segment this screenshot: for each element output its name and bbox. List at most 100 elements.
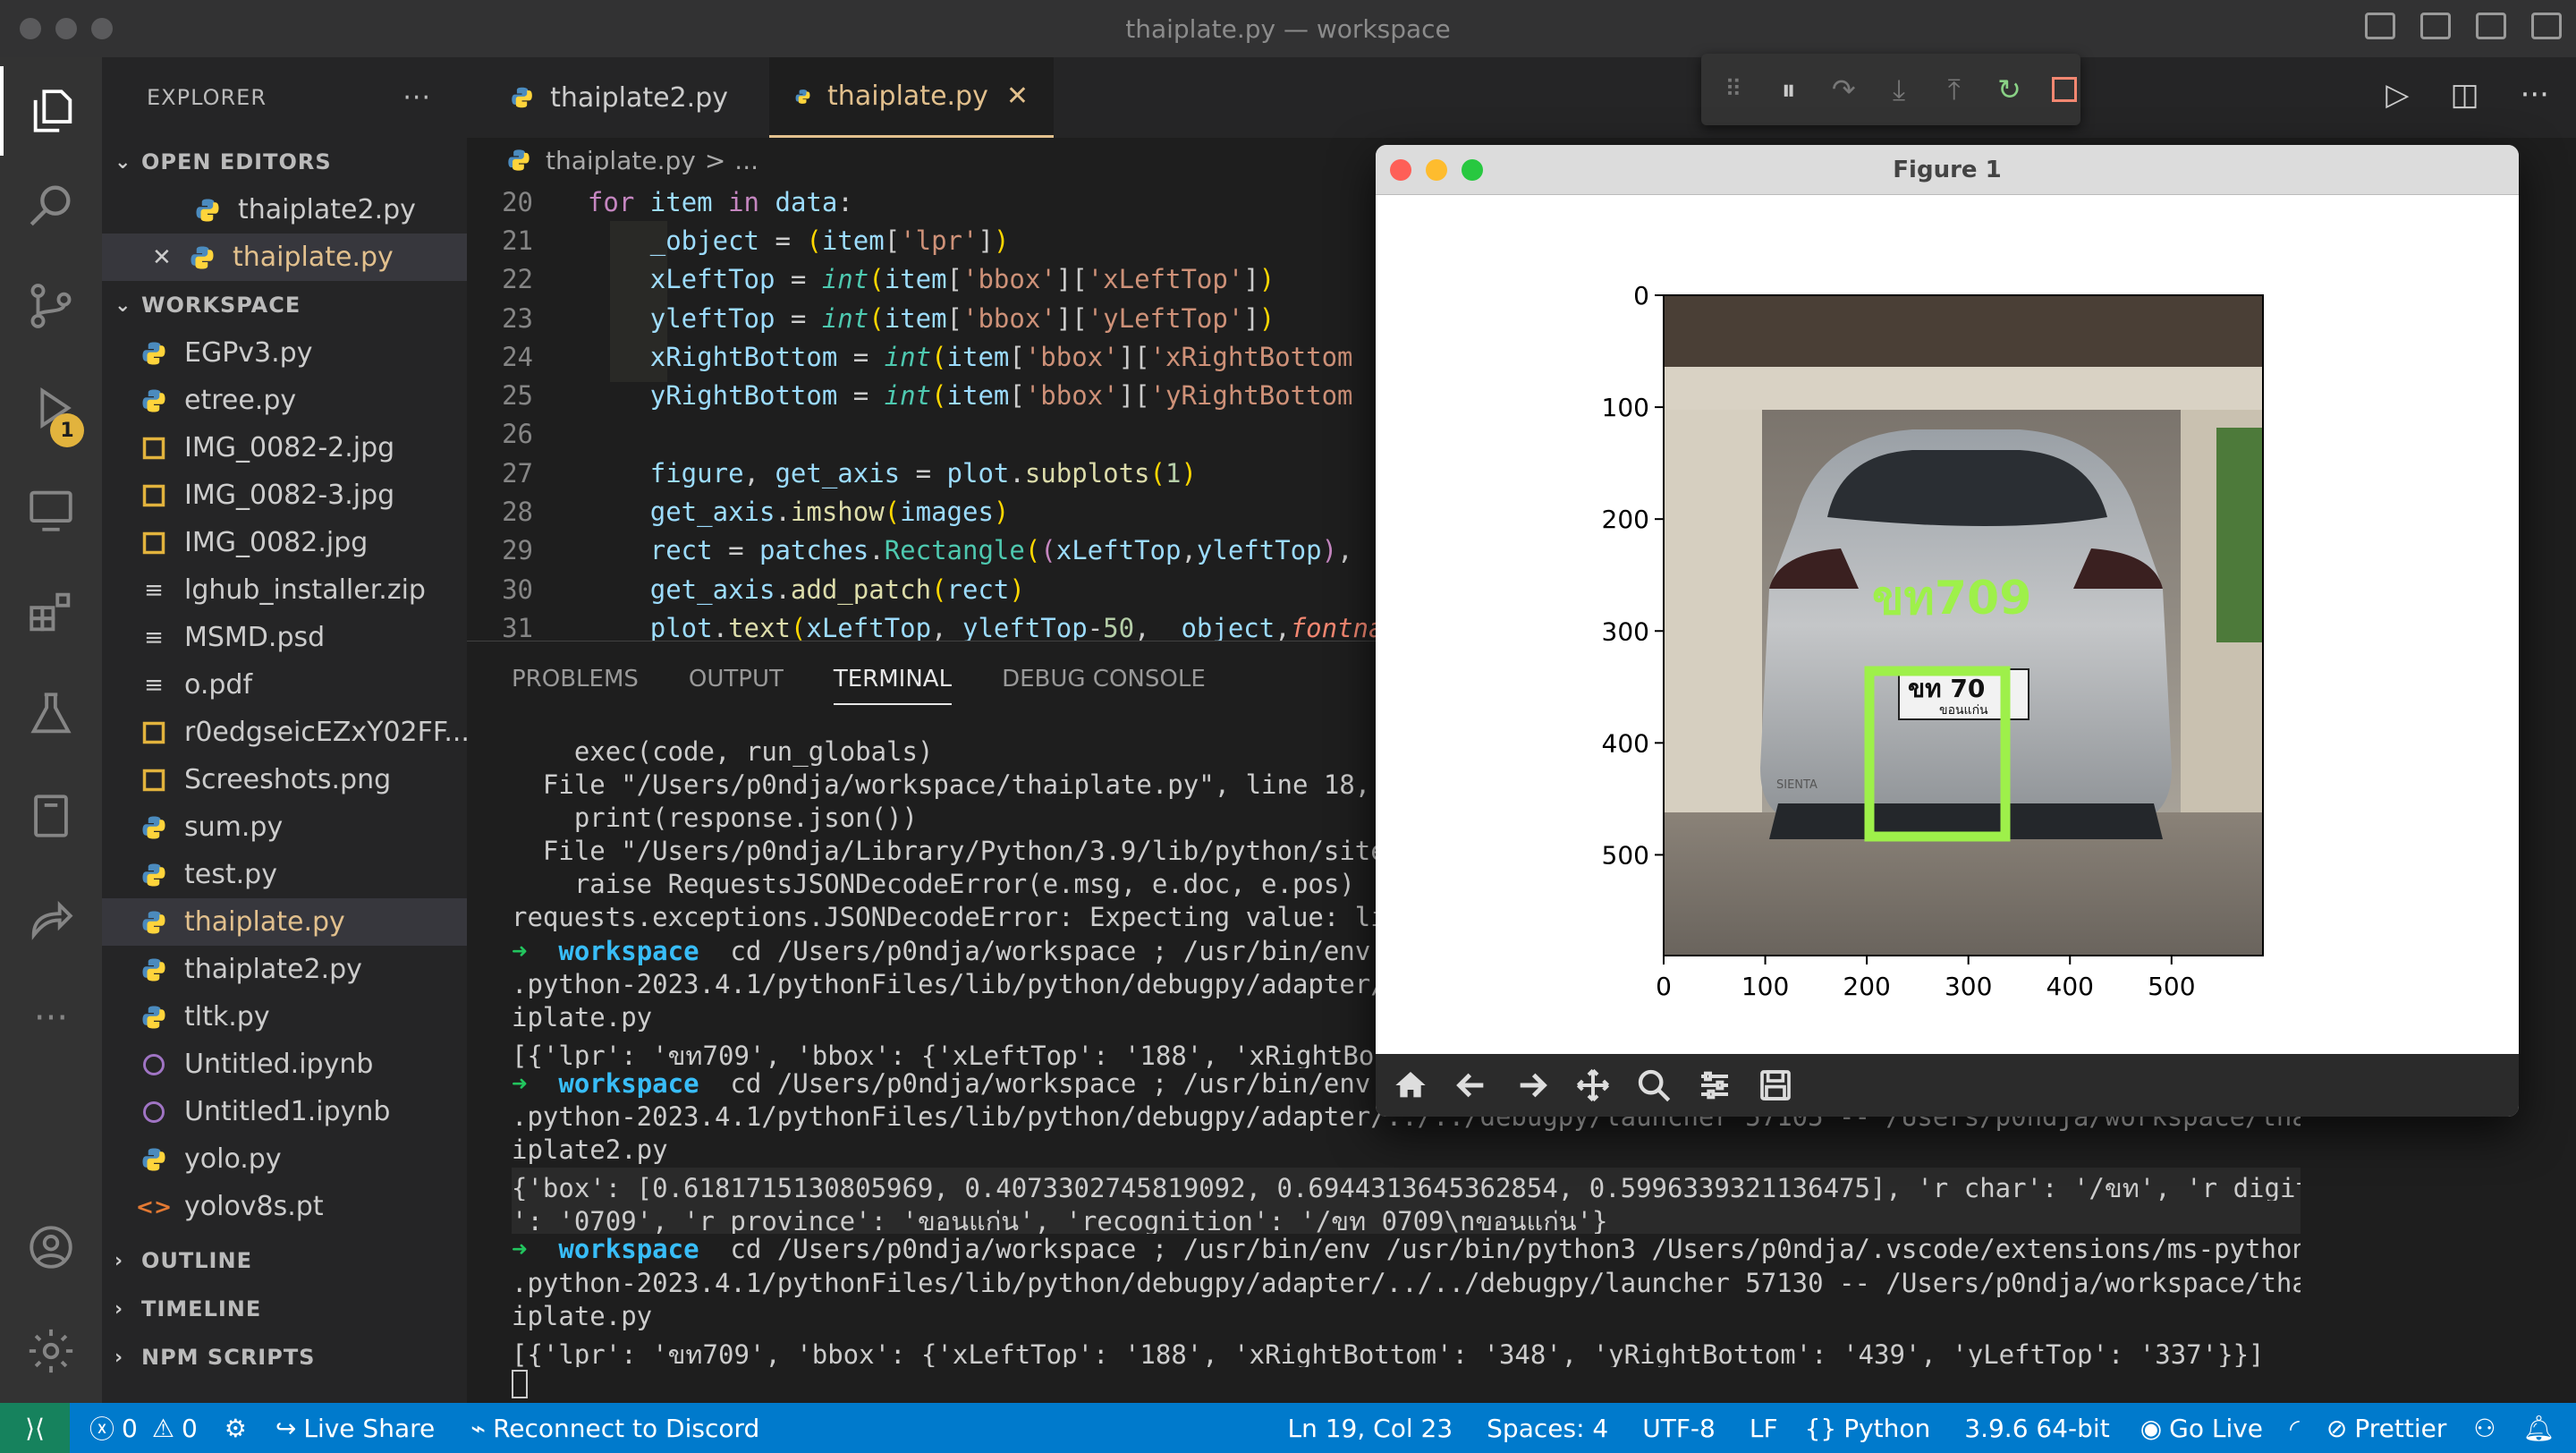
close-window-button[interactable] (20, 18, 41, 39)
remote-indicator[interactable]: ⟩⟨ (0, 1403, 70, 1453)
forward-arrow-icon[interactable] (1512, 1065, 1553, 1106)
line-ending[interactable]: LF (1750, 1414, 1778, 1443)
file-item[interactable]: Untitled.ipynb (102, 1041, 467, 1088)
file-item[interactable]: thaiplate2.py (102, 186, 467, 234)
more-actions-icon[interactable]: ··· (2521, 77, 2549, 113)
step-out-icon[interactable]: ⤒ (1938, 72, 1970, 106)
file-item[interactable]: r0edgseicEZxY02FF... (102, 709, 467, 756)
more-activity[interactable]: ··· (0, 973, 102, 1063)
step-over-icon[interactable]: ↷ (1827, 72, 1860, 106)
back-arrow-icon[interactable] (1451, 1065, 1492, 1106)
python-interpreter[interactable]: 3.9.6 64-bit (1964, 1414, 2109, 1443)
search-activity[interactable] (0, 160, 102, 250)
workspace-section[interactable]: ⌄ WORKSPACE (102, 281, 467, 329)
breadcrumb-file[interactable]: thaiplate.py (546, 146, 696, 175)
tab-thaiplate2[interactable]: thaiplate2.py (485, 57, 753, 138)
code-editor[interactable]: 20 for item in data: 21 _object = (item[… (467, 183, 1379, 698)
restart-icon[interactable]: ↻ (1994, 72, 2026, 106)
language-mode[interactable]: {} Python (1805, 1414, 1931, 1443)
notebook-activity[interactable] (0, 771, 102, 861)
file-item[interactable]: etree.py (102, 377, 467, 424)
notifications-button[interactable]: 🔔︎ (2522, 1414, 2555, 1443)
breadcrumb-more[interactable]: ... (734, 146, 758, 175)
remote-explorer-activity[interactable] (0, 465, 102, 555)
file-item[interactable]: ≡ lghub_installer.zip (102, 566, 467, 614)
live-share-button[interactable]: ↪ Live Share (275, 1414, 435, 1443)
file-item[interactable]: thaiplate.py (102, 898, 467, 946)
live-share-activity[interactable] (0, 873, 102, 963)
configure-subplots-icon[interactable] (1694, 1065, 1735, 1106)
file-item[interactable]: ≡ MSMD.psd (102, 614, 467, 661)
maximize-window-button[interactable] (91, 18, 113, 39)
encoding[interactable]: UTF-8 (1642, 1414, 1716, 1443)
discord-button[interactable]: ⌁ Reconnect to Discord (470, 1414, 759, 1443)
timeline-section[interactable]: › TIMELINE (102, 1285, 467, 1333)
extensions-activity[interactable] (0, 567, 102, 657)
line-number: 26 (502, 419, 533, 450)
pan-icon[interactable] (1572, 1065, 1614, 1106)
minimize-window-button[interactable] (55, 18, 77, 39)
toggle-secondary-sidebar-icon[interactable] (2476, 13, 2506, 39)
open-editors-label: OPEN EDITORS (141, 149, 332, 174)
outline-section[interactable]: › OUTLINE (102, 1236, 467, 1285)
accounts-activity[interactable] (0, 1202, 102, 1292)
close-editor-icon[interactable]: ✕ (152, 244, 186, 271)
figure-maximize-button[interactable] (1462, 159, 1483, 181)
step-into-icon[interactable]: ⤓ (1883, 72, 1915, 106)
window-controls[interactable] (20, 18, 113, 39)
tab-output[interactable]: OUTPUT (689, 666, 784, 693)
home-icon[interactable] (1390, 1065, 1431, 1106)
file-item[interactable]: tltk.py (102, 993, 467, 1041)
file-item[interactable]: IMG_0082-2.jpg (102, 424, 467, 472)
sync-indicator[interactable]: ◜ (2290, 1414, 2300, 1443)
source-control-activity[interactable] (0, 261, 102, 351)
go-live-button[interactable]: ◉ Go Live (2140, 1414, 2263, 1443)
drag-handle-icon[interactable]: ⠿ (1717, 72, 1750, 106)
run-debug-activity[interactable]: 1 (0, 363, 102, 453)
toggle-sidebar-icon[interactable] (2365, 13, 2395, 39)
file-item[interactable]: thaiplate2.py (102, 946, 467, 993)
figure-minimize-button[interactable] (1426, 159, 1447, 181)
save-icon[interactable] (1755, 1065, 1796, 1106)
file-icon: ≡ (144, 624, 164, 651)
file-item[interactable]: ≡ o.pdf (102, 661, 467, 709)
file-item[interactable]: IMG_0082.jpg (102, 519, 467, 566)
testing-activity[interactable] (0, 669, 102, 759)
explorer-more-button[interactable]: ··· (402, 82, 431, 114)
file-item[interactable]: yolo.py (102, 1135, 467, 1183)
figure-close-button[interactable] (1390, 159, 1411, 181)
terminal-line: [{'lpr': 'ขท709', 'bbox': {'xLeftTop': '… (512, 1338, 2265, 1367)
file-item[interactable]: sum.py (102, 803, 467, 851)
file-name: yolov8s.pt (184, 1191, 324, 1222)
file-item[interactable]: EGPv3.py (102, 329, 467, 377)
toggle-panel-icon[interactable] (2420, 13, 2451, 39)
stop-icon[interactable] (2048, 72, 2080, 106)
open-editors-section[interactable]: ⌄ OPEN EDITORS (102, 138, 467, 186)
feedback-button[interactable]: ⚇ (2473, 1414, 2496, 1443)
problems-indicator[interactable]: ⓧ 0 ⚠ 0 (89, 1410, 198, 1446)
file-item[interactable]: <> yolov8s.pt (102, 1183, 467, 1230)
manage-activity[interactable] (0, 1306, 102, 1396)
tab-terminal[interactable]: TERMINAL (833, 666, 953, 705)
debug-status[interactable]: ⚙ (225, 1414, 247, 1443)
tab-problems[interactable]: PROBLEMS (512, 666, 639, 693)
file-item[interactable]: IMG_0082-3.jpg (102, 472, 467, 519)
run-file-icon[interactable]: ▷ (2385, 77, 2409, 113)
tab-debug-console[interactable]: DEBUG CONSOLE (1002, 666, 1206, 693)
file-item[interactable]: Untitled1.ipynb (102, 1088, 467, 1135)
explorer-activity[interactable] (0, 66, 102, 156)
pause-icon[interactable]: ⏸ (1773, 72, 1805, 106)
file-item[interactable]: test.py (102, 851, 467, 898)
file-item[interactable]: Screeshots.png (102, 756, 467, 803)
npm-scripts-section[interactable]: › NPM SCRIPTS (102, 1333, 467, 1381)
close-tab-icon[interactable]: ✕ (1006, 81, 1029, 112)
cursor-position[interactable]: Ln 19, Col 23 (1287, 1414, 1453, 1443)
zoom-icon[interactable] (1633, 1065, 1674, 1106)
tab-thaiplate[interactable]: thaiplate.py ✕ (769, 57, 1054, 138)
terminal-cursor-line[interactable] (512, 1367, 2301, 1400)
indentation[interactable]: Spaces: 4 (1487, 1414, 1608, 1443)
prettier-button[interactable]: ⊘ Prettier (2326, 1414, 2446, 1443)
customize-layout-icon[interactable] (2531, 13, 2562, 39)
split-editor-icon[interactable]: ◫ (2450, 77, 2479, 113)
file-item[interactable]: ✕ thaiplate.py (102, 234, 467, 281)
